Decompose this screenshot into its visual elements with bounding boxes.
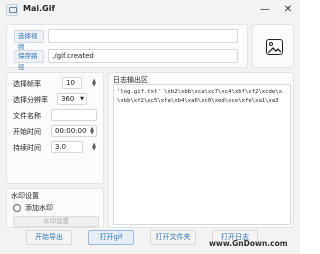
duration-value: 3.0 xyxy=(55,143,67,151)
filename-input[interactable] xyxy=(51,109,97,121)
app-window: Mai.Gif — ✕ 选择视频 保存路径 ./gif.created 选择帧率… xyxy=(0,0,300,254)
filename-label: 文件名称 xyxy=(13,112,41,120)
video-path-field[interactable] xyxy=(48,29,238,43)
resolution-value: 360 xyxy=(61,95,75,103)
close-button[interactable]: ✕ xyxy=(277,0,299,20)
open-folder-button[interactable]: 打开文件夹 xyxy=(150,230,196,245)
save-path-button[interactable]: 保存路径 xyxy=(14,50,44,71)
file-panel: 选择视频 保存路径 ./gif.created xyxy=(6,24,248,71)
minimize-button[interactable]: — xyxy=(254,0,276,20)
fps-input[interactable]: 10 xyxy=(62,77,82,89)
watermark-settings-button[interactable]: 水印设置 xyxy=(13,216,99,227)
log-line: 'log.gif.txt' \xb2\xbb\xca\xc7\xc4\xbf\x… xyxy=(117,89,283,95)
log-panel: 日志输出区 'log.gif.txt' \xb2\xbb\xca\xc7\xc4… xyxy=(108,72,294,228)
image-icon xyxy=(266,39,283,55)
app-logo-icon xyxy=(6,4,18,16)
duration-stepper-icon[interactable]: ▲ ▼ xyxy=(87,143,101,152)
fps-label: 选择帧率 xyxy=(13,80,41,88)
start-time-label: 开始时间 xyxy=(13,128,41,136)
open-gif-button[interactable]: 打开gif xyxy=(88,230,134,245)
fps-value: 10 xyxy=(66,79,75,87)
select-video-button[interactable]: 选择视频 xyxy=(14,30,44,51)
start-time-input[interactable]: 00:00:00 ▲ ▼ xyxy=(51,125,97,137)
add-watermark-label[interactable]: 添加水印 xyxy=(25,203,53,213)
duration-input[interactable]: 3.0 xyxy=(51,141,83,153)
settings-panel: 选择帧率 10 ▲ ▼ 选择分辨率 360 ▼ 文件名称 开始时间 00:00:0… xyxy=(6,72,104,184)
add-watermark-radio[interactable] xyxy=(13,204,21,212)
chevron-down-icon: ▼ xyxy=(80,96,84,102)
resolution-select[interactable]: 360 ▼ xyxy=(57,93,87,105)
watermark-panel: 水印设置 添加水印 水印设置 xyxy=(6,188,104,228)
window-title: Mai.Gif xyxy=(23,4,55,13)
preview-panel[interactable] xyxy=(252,24,294,68)
watermark-title: 水印设置 xyxy=(11,192,39,200)
log-line: \xbb\xf2\xc5\xfa\xb4\xa6\xc0\xed\xce\xfe… xyxy=(117,98,279,104)
title-bar: Mai.Gif — ✕ xyxy=(0,0,300,20)
save-path-field[interactable]: ./gif.created xyxy=(48,49,238,63)
log-output[interactable]: 'log.gif.txt' \xb2\xbb\xca\xc7\xc4\xbf\x… xyxy=(113,84,291,225)
mountain-icon xyxy=(268,47,281,53)
site-watermark: www.GnDown.com xyxy=(209,239,288,248)
duration-label: 持续时间 xyxy=(13,144,41,152)
resolution-label: 选择分辨率 xyxy=(13,96,48,104)
start-time-value: 00:00:00 xyxy=(55,127,87,135)
start-export-button[interactable]: 开始导出 xyxy=(26,230,72,245)
start-stepper-icon[interactable]: ▲ ▼ xyxy=(90,127,94,136)
fps-stepper-icon[interactable]: ▲ ▼ xyxy=(87,79,101,88)
